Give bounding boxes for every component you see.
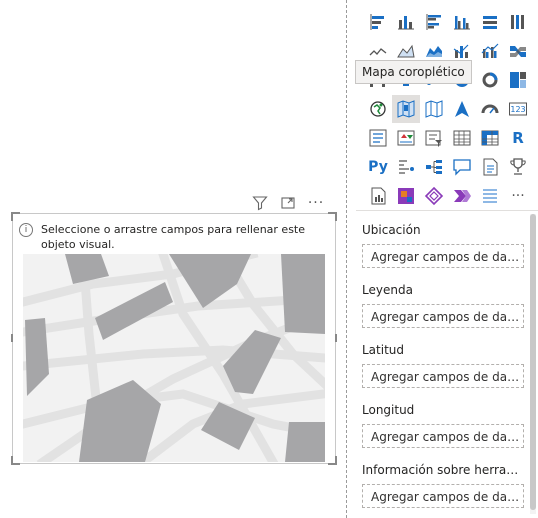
power-apps-icon[interactable] xyxy=(392,182,420,210)
well-label-legend: Leyenda xyxy=(362,283,413,297)
more-visuals-icon[interactable] xyxy=(476,182,504,210)
resize-handle-right[interactable] xyxy=(335,334,337,342)
clustered-bar-chart-icon[interactable] xyxy=(420,8,448,36)
well-dropzone-latitude[interactable]: Agregar campos de datos a... xyxy=(362,364,524,388)
resize-handle-bottom-right[interactable] xyxy=(328,456,337,465)
stacked-bar-chart-icon[interactable] xyxy=(364,8,392,36)
well-label-location: Ubicación xyxy=(362,223,421,237)
slicer-icon[interactable] xyxy=(420,124,448,152)
clustered-column-chart-icon[interactable] xyxy=(448,8,476,36)
multi-row-card-icon[interactable] xyxy=(364,124,392,152)
python-visual-icon[interactable]: Py xyxy=(364,153,392,181)
line-and-clustered-column-chart-icon[interactable] xyxy=(476,37,504,65)
well-label-tooltips: Información sobre herramientas xyxy=(362,463,528,477)
kpi-number-label: 123 xyxy=(510,104,526,114)
table-icon[interactable] xyxy=(448,124,476,152)
visual-tooltip: Mapa coroplético xyxy=(355,60,472,84)
kpi-icon[interactable] xyxy=(392,124,420,152)
well-label-longitude: Longitud xyxy=(362,403,415,417)
visual-type-gallery: 123 R Py ··· xyxy=(364,8,534,210)
map-placeholder-image xyxy=(23,254,325,462)
qa-icon[interactable] xyxy=(448,153,476,181)
gallery-separator xyxy=(356,210,538,211)
field-wells: Ubicación Agregar campos de datos a... L… xyxy=(356,212,538,518)
donut-chart-icon[interactable] xyxy=(476,66,504,94)
100-stacked-bar-chart-icon[interactable] xyxy=(476,8,504,36)
ribbon-chart-icon[interactable] xyxy=(504,37,532,65)
empty-visual-message: i Seleccione o arrastre campos para rell… xyxy=(19,222,327,252)
well-legend: Leyenda Agregar campos de datos a... xyxy=(362,282,534,328)
matrix-icon[interactable] xyxy=(476,124,504,152)
key-influencers-icon[interactable] xyxy=(392,153,420,181)
r-label: R xyxy=(512,129,524,147)
well-dropzone-legend[interactable]: Agregar campos de datos a... xyxy=(362,304,524,328)
well-location: Ubicación Agregar campos de datos a... xyxy=(362,222,534,268)
power-automate-icon[interactable] xyxy=(420,182,448,210)
well-tooltips: Información sobre herramientas Agregar c… xyxy=(362,462,534,508)
filled-map-icon[interactable] xyxy=(392,95,420,123)
metrics-icon[interactable] xyxy=(504,153,532,181)
well-longitude: Longitud Agregar campos de datos a... xyxy=(362,402,534,448)
pane-divider xyxy=(346,0,347,518)
paginated-report-icon[interactable] xyxy=(364,182,392,210)
card-icon[interactable]: 123 xyxy=(504,95,532,123)
well-dropzone-longitude[interactable]: Agregar campos de datos a... xyxy=(362,424,524,448)
resize-handle-left[interactable] xyxy=(11,334,13,342)
filter-icon[interactable] xyxy=(250,193,270,213)
shape-map-icon[interactable] xyxy=(420,95,448,123)
100-stacked-column-chart-icon[interactable] xyxy=(504,8,532,36)
stacked-column-chart-icon[interactable] xyxy=(392,8,420,36)
treemap-icon[interactable] xyxy=(504,66,532,94)
resize-handle-bottom-left[interactable] xyxy=(11,456,20,465)
scrollbar-thumb[interactable] xyxy=(530,214,536,510)
well-latitude: Latitud Agregar campos de datos a... xyxy=(362,342,534,388)
report-canvas[interactable]: ··· i Seleccione o arrastre campos para … xyxy=(0,0,346,518)
azure-map-icon[interactable] xyxy=(448,95,476,123)
well-label-latitude: Latitud xyxy=(362,343,405,357)
py-label: Py xyxy=(368,159,388,175)
resize-handle-top-right[interactable] xyxy=(328,212,337,221)
r-script-visual-icon[interactable]: R xyxy=(504,124,532,152)
gauge-icon[interactable] xyxy=(476,95,504,123)
filled-map-visual[interactable]: i Seleccione o arrastre campos para rell… xyxy=(11,212,337,465)
arcgis-icon[interactable] xyxy=(448,182,476,210)
well-dropzone-location[interactable]: Agregar campos de datos a... xyxy=(362,244,524,268)
empty-visual-text: Seleccione o arrastre campos para rellen… xyxy=(41,223,306,251)
resize-handle-top-left[interactable] xyxy=(11,212,20,221)
decomposition-tree-icon[interactable] xyxy=(420,153,448,181)
wells-scrollbar[interactable] xyxy=(530,214,536,514)
more-options-icon[interactable]: ··· xyxy=(504,182,532,210)
well-dropzone-tooltips[interactable]: Agregar campos de datos a... xyxy=(362,484,524,508)
visual-header: ··· xyxy=(250,193,340,213)
smart-narrative-icon[interactable] xyxy=(476,153,504,181)
more-options-icon[interactable]: ··· xyxy=(306,193,326,213)
info-icon: i xyxy=(19,223,33,237)
focus-mode-icon[interactable] xyxy=(278,193,298,213)
map-icon[interactable] xyxy=(364,95,392,123)
